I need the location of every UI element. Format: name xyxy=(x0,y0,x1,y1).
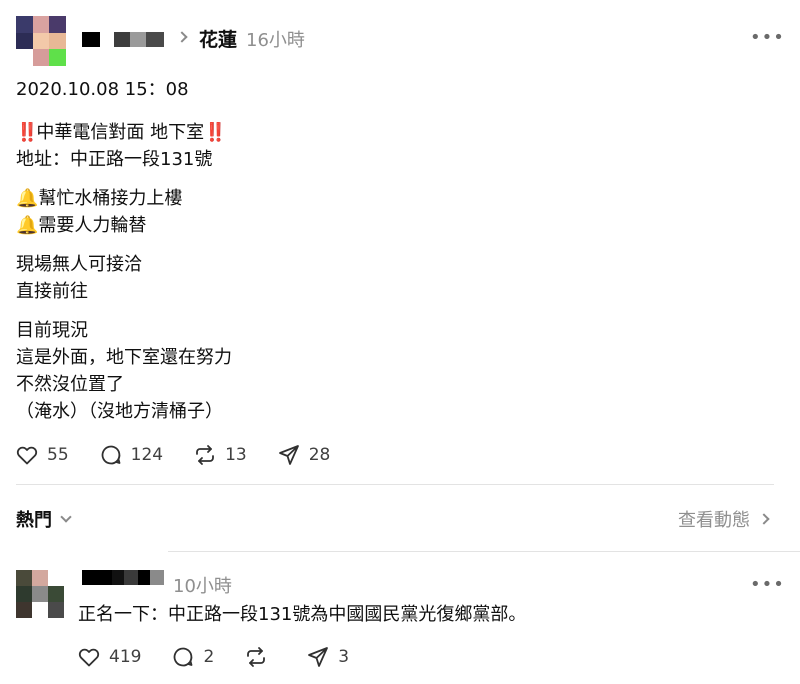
repost-count: 13 xyxy=(225,445,247,465)
post-line-help: 🔔幫忙水桶接力上樓 xyxy=(16,188,183,209)
post-line-rotation: 🔔需要人力輪替 xyxy=(16,215,147,236)
send-icon xyxy=(278,445,299,465)
divider xyxy=(168,551,800,552)
repost-icon xyxy=(247,647,266,667)
post-line-nocontact: 現場無人可接洽 xyxy=(16,254,142,275)
repost-button[interactable]: 13 xyxy=(193,443,247,467)
heart-icon xyxy=(78,648,100,667)
post-line-go: 直接前往 xyxy=(16,281,88,302)
like-button[interactable]: 55 xyxy=(15,443,69,467)
send-icon xyxy=(308,647,329,667)
chevron-right-icon xyxy=(176,31,188,43)
post-line-outside: 這是外面，地下室還在努力 xyxy=(16,347,232,368)
post-timestamp: 16小時 xyxy=(246,30,305,51)
post-line-location: ‼️中華電信對面 地下室‼️ xyxy=(16,122,227,143)
comment-icon xyxy=(174,647,193,667)
share-count: 28 xyxy=(308,445,331,465)
post-actions: 55 124 13 28 xyxy=(15,443,360,467)
post-line-status: 目前現況 xyxy=(16,320,88,341)
heart-icon xyxy=(16,446,38,465)
divider xyxy=(16,484,774,485)
reply-more-options-icon[interactable]: ••• xyxy=(750,576,785,594)
display-name-redacted xyxy=(114,32,164,47)
view-activity-link[interactable]: 查看動態 xyxy=(678,506,770,532)
more-options-icon[interactable]: ••• xyxy=(750,29,785,47)
post-body: 2020.10.08 15：08 ‼️中華電信對面 地下室‼️ 地址：中正路一段… xyxy=(16,76,232,425)
reply-comment-count: 2 xyxy=(203,647,215,667)
comment-icon xyxy=(101,445,121,465)
reply-like-button[interactable]: 419 xyxy=(77,645,141,669)
avatar[interactable] xyxy=(16,16,66,66)
reply-comment-button[interactable]: 2 xyxy=(171,645,214,669)
comment-button[interactable]: 124 xyxy=(99,443,163,467)
bell-icon: 🔔 xyxy=(16,215,39,236)
sort-dropdown[interactable]: 熱門 xyxy=(16,506,72,532)
chevron-down-icon xyxy=(60,510,72,523)
share-button[interactable]: 28 xyxy=(277,443,331,467)
topic-tag[interactable]: 花蓮 xyxy=(199,25,237,52)
username-redacted[interactable] xyxy=(82,32,100,47)
reply-share-button[interactable]: 3 xyxy=(306,645,349,669)
sort-label: 熱門 xyxy=(16,510,52,531)
reply-repost-button[interactable] xyxy=(244,645,276,669)
like-count: 55 xyxy=(47,445,69,465)
double-exclamation-icon: ‼️ xyxy=(204,122,226,143)
bell-icon: 🔔 xyxy=(16,188,39,209)
post-line-flood: （淹水）（沒地方清桶子） xyxy=(16,401,223,422)
repost-icon xyxy=(196,445,214,465)
reply-like-count: 419 xyxy=(109,647,142,667)
post-line-space: 不然沒位置了 xyxy=(16,374,124,395)
chevron-right-icon xyxy=(758,513,770,525)
post-line-datetime: 2020.10.08 15：08 xyxy=(16,79,189,100)
reply-timestamp: 10小時 xyxy=(173,576,232,597)
reply-avatar[interactable] xyxy=(16,570,64,618)
comment-count: 124 xyxy=(130,445,164,465)
view-activity-label: 查看動態 xyxy=(678,510,750,531)
double-exclamation-icon: ‼️ xyxy=(16,122,38,143)
reply-body: 正名一下：中正路一段131號為中國國民黨光復鄉黨部。 xyxy=(78,604,527,625)
reply-share-count: 3 xyxy=(338,647,350,667)
post-line-address: 地址：中正路一段131號 xyxy=(16,149,213,170)
reply-actions: 419 2 3 xyxy=(77,645,379,669)
reply-username-redacted[interactable] xyxy=(82,570,164,585)
